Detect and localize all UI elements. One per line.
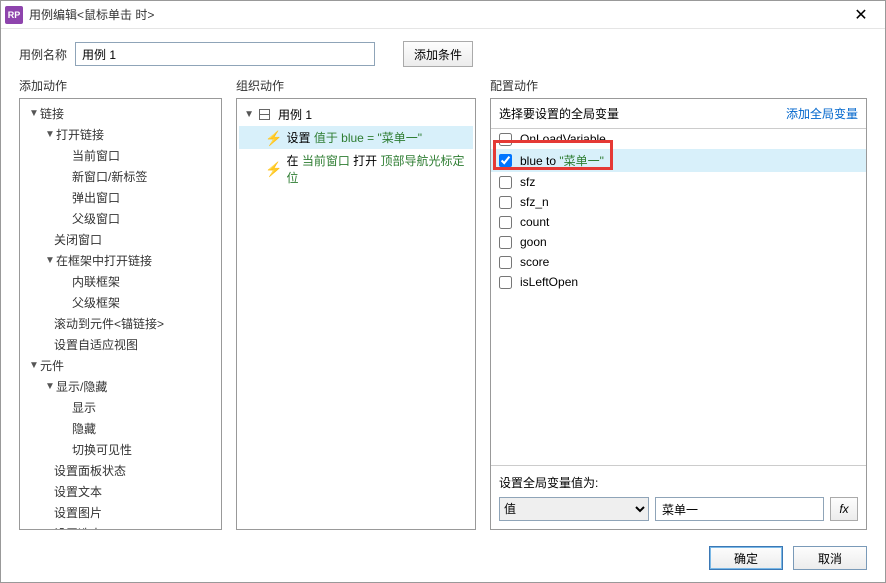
tree-open-link[interactable]: ▼打开链接 — [38, 124, 219, 145]
tree-hide[interactable]: 隐藏 — [66, 418, 219, 439]
value-type-select[interactable]: 值 — [499, 497, 649, 521]
var-row[interactable]: isLeftOpen — [491, 272, 866, 292]
fx-button[interactable]: fx — [830, 497, 858, 521]
cfg-select-label: 选择要设置的全局变量 — [499, 105, 619, 122]
add-action-title: 添加动作 — [19, 73, 222, 98]
tree-cur-win[interactable]: 当前窗口 — [66, 145, 219, 166]
var-label: sfz_n — [520, 195, 549, 209]
var-checkbox[interactable] — [499, 176, 512, 189]
case-name-label: 用例名称 — [19, 46, 67, 63]
add-global-link[interactable]: 添加全局变量 — [786, 105, 858, 122]
case-name-input[interactable] — [75, 42, 375, 66]
var-row[interactable]: sfz_n — [491, 192, 866, 212]
tree-parent-frame[interactable]: 父级框架 — [66, 292, 219, 313]
tree-panel-state[interactable]: 设置面板状态 — [38, 460, 219, 481]
var-label: score — [520, 255, 549, 269]
tree-popup[interactable]: 弹出窗口 — [66, 187, 219, 208]
tree-show-hide[interactable]: ▼显示/隐藏 — [38, 376, 219, 397]
var-checkbox[interactable] — [499, 154, 512, 167]
var-label: sfz — [520, 175, 535, 189]
chevron-down-icon[interactable]: ▼ — [44, 129, 56, 140]
tree-component[interactable]: ▼元件 — [22, 355, 219, 376]
var-row[interactable]: score — [491, 252, 866, 272]
cfg-head: 选择要设置的全局变量 添加全局变量 — [491, 99, 866, 128]
titlebar: RP 用例编辑<鼠标单击 时> ✕ — [1, 1, 885, 29]
tree-scroll-to[interactable]: 滚动到元件<锚链接> — [38, 313, 219, 334]
tree-open-in-frame[interactable]: ▼在框架中打开链接 — [38, 250, 219, 271]
var-row[interactable]: OnLoadVariable — [491, 129, 866, 149]
var-label: isLeftOpen — [520, 275, 578, 289]
tree-set-image[interactable]: 设置图片 — [38, 502, 219, 523]
chevron-down-icon[interactable]: ▼ — [243, 109, 255, 120]
org-case[interactable]: ▼ 用例 1 — [239, 103, 473, 126]
var-label: goon — [520, 235, 547, 249]
org-action-open-link[interactable]: ⚡ 在 当前窗口 打开 顶部导航光标定位 — [239, 149, 473, 189]
var-row[interactable]: blue to "菜单一" — [491, 149, 866, 172]
tree-toggle-vis[interactable]: 切换可见性 — [66, 439, 219, 460]
cfg-panel: 选择要设置的全局变量 添加全局变量 OnLoadVariable blue to … — [490, 98, 867, 530]
var-row[interactable]: count — [491, 212, 866, 232]
var-row[interactable]: sfz — [491, 172, 866, 192]
chevron-down-icon[interactable]: ▼ — [44, 255, 56, 266]
chevron-down-icon[interactable]: ▼ — [44, 381, 56, 392]
chevron-down-icon[interactable]: ▼ — [28, 360, 40, 371]
tree-inline-frame[interactable]: 内联框架 — [66, 271, 219, 292]
tree-close-win[interactable]: 关闭窗口 — [38, 229, 219, 250]
org-action-set-value[interactable]: ⚡ 设置 值于 blue = "菜单一" — [239, 126, 473, 149]
chevron-down-icon[interactable]: ▼ — [28, 108, 40, 119]
cfg-action-title: 配置动作 — [490, 73, 867, 98]
value-input[interactable] — [655, 497, 824, 521]
org-action-column: 组织动作 ▼ 用例 1 ⚡ 设置 值于 blue = "菜单一" ⚡ 在 当前窗… — [236, 73, 476, 530]
ok-button[interactable]: 确定 — [709, 546, 783, 570]
tree-parent-win[interactable]: 父级窗口 — [66, 208, 219, 229]
var-checkbox[interactable] — [499, 196, 512, 209]
window-title: 用例编辑<鼠标单击 时> — [29, 6, 841, 23]
var-label: blue to "菜单一" — [520, 152, 604, 169]
cfg-bottom-label: 设置全局变量值为: — [499, 474, 858, 491]
cancel-button[interactable]: 取消 — [793, 546, 867, 570]
global-var-list: OnLoadVariable blue to "菜单一" sfz sfz_ncount… — [491, 128, 866, 465]
topbar: 用例名称 添加条件 — [1, 29, 885, 73]
var-label: count — [520, 215, 549, 229]
close-button[interactable]: ✕ — [841, 1, 881, 28]
app-icon: RP — [5, 6, 23, 24]
var-checkbox[interactable] — [499, 256, 512, 269]
action-tree-panel: ▼链接 ▼打开链接 当前窗口 新窗口/新标签 弹出窗口 父级窗口 关闭窗口 ▼在… — [19, 98, 222, 530]
org-action-title: 组织动作 — [236, 73, 476, 98]
tree-link[interactable]: ▼链接 — [22, 103, 219, 124]
add-condition-button[interactable]: 添加条件 — [403, 41, 473, 67]
tree-show[interactable]: 显示 — [66, 397, 219, 418]
add-action-column: 添加动作 ▼链接 ▼打开链接 当前窗口 新窗口/新标签 弹出窗口 父级窗口 关闭… — [19, 73, 222, 530]
dialog-window: RP 用例编辑<鼠标单击 时> ✕ 用例名称 添加条件 添加动作 ▼链接 ▼打开… — [0, 0, 886, 583]
cfg-action-column: 配置动作 选择要设置的全局变量 添加全局变量 OnLoadVariable blu… — [490, 73, 867, 530]
var-checkbox[interactable] — [499, 133, 512, 146]
var-row[interactable]: goon — [491, 232, 866, 252]
tree-adaptive[interactable]: 设置自适应视图 — [38, 334, 219, 355]
var-checkbox[interactable] — [499, 276, 512, 289]
tree-set-text[interactable]: 设置文本 — [38, 481, 219, 502]
bolt-icon: ⚡ — [265, 131, 282, 145]
dialog-buttons: 确定 取消 — [1, 538, 885, 582]
var-checkbox[interactable] — [499, 216, 512, 229]
tree-new-win[interactable]: 新窗口/新标签 — [66, 166, 219, 187]
case-icon — [259, 109, 270, 120]
var-checkbox[interactable] — [499, 236, 512, 249]
cfg-bottom: 设置全局变量值为: 值 fx — [491, 465, 866, 529]
columns: 添加动作 ▼链接 ▼打开链接 当前窗口 新窗口/新标签 弹出窗口 父级窗口 关闭… — [1, 73, 885, 538]
var-label: OnLoadVariable — [520, 132, 606, 146]
org-action-panel: ▼ 用例 1 ⚡ 设置 值于 blue = "菜单一" ⚡ 在 当前窗口 打开 … — [236, 98, 476, 530]
tree-set-selected[interactable]: 设置选中 — [38, 523, 219, 530]
bolt-icon: ⚡ — [265, 162, 282, 176]
